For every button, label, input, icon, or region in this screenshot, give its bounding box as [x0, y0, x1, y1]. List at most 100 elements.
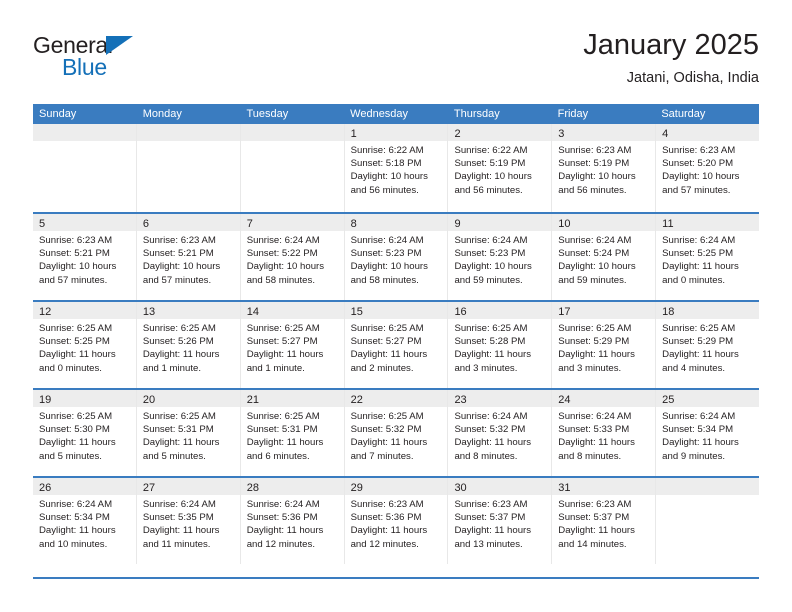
day-number-band	[136, 124, 240, 141]
day-cell[interactable]: 7 Sunrise: 6:24 AM Sunset: 5:22 PM Daylight…	[240, 214, 345, 300]
weekday-header-thursday: Thursday	[453, 108, 500, 120]
daylight-text: Daylight: 11 hours	[142, 349, 220, 361]
day-cell[interactable]: 28 Sunrise: 6:24 AM Sunset: 5:36 PM Dayligh…	[240, 478, 345, 564]
page-title: January 2025	[583, 29, 759, 61]
day-cell[interactable]: 29 Sunrise: 6:23 AM Sunset: 5:36 PM Dayligh…	[344, 478, 449, 564]
day-number-band: 31	[552, 478, 656, 495]
daylight-text: Daylight: 10 hours	[350, 261, 428, 273]
day-cell[interactable]: 24 Sunrise: 6:24 AM Sunset: 5:33 PM Dayligh…	[552, 390, 657, 476]
day-cell[interactable]: 31 Sunrise: 6:23 AM Sunset: 5:37 PM Dayligh…	[552, 478, 657, 564]
daylight-text: Daylight: 11 hours	[246, 349, 324, 361]
day-cell[interactable]: 12 Sunrise: 6:25 AM Sunset: 5:25 PM Dayligh…	[33, 302, 137, 388]
weekday-header-saturday: Saturday	[661, 108, 706, 120]
day-number-band: 7	[240, 214, 344, 231]
sunset-text: Sunset: 5:24 PM	[558, 248, 630, 260]
day-details: Sunrise: 6:22 AM Sunset: 5:18 PM Daylight:…	[345, 141, 448, 197]
day-cell[interactable]: 27 Sunrise: 6:24 AM Sunset: 5:35 PM Dayligh…	[136, 478, 241, 564]
day-details	[137, 141, 240, 144]
sunset-text: Sunset: 5:30 PM	[39, 424, 110, 436]
sunrise-text: Sunrise: 6:24 AM	[662, 235, 736, 246]
day-number: 23	[454, 394, 467, 406]
general-blue-logo[interactable]: General Blue	[33, 32, 233, 88]
sunrise-text: Sunrise: 6:24 AM	[558, 411, 632, 422]
daylight-text: Daylight: 10 hours	[558, 171, 636, 183]
day-cell[interactable]: 26 Sunrise: 6:24 AM Sunset: 5:34 PM Dayligh…	[33, 478, 137, 564]
sunset-text: Sunset: 5:19 PM	[454, 158, 526, 170]
day-cell[interactable]: 16 Sunrise: 6:25 AM Sunset: 5:28 PM Dayligh…	[448, 302, 553, 388]
sunset-text: Sunset: 5:37 PM	[454, 512, 526, 524]
day-number-band: 9	[448, 214, 552, 231]
day-number-band: 1	[344, 124, 448, 141]
sunset-text: Sunset: 5:23 PM	[350, 248, 422, 260]
daylight-text: and 57 minutes.	[142, 274, 212, 286]
day-cell[interactable]: 14 Sunrise: 6:25 AM Sunset: 5:27 PM Dayligh…	[240, 302, 345, 388]
sunrise-text: Sunrise: 6:23 AM	[454, 499, 528, 510]
day-cell[interactable]: 8 Sunrise: 6:24 AM Sunset: 5:23 PM Daylight…	[344, 214, 449, 300]
daylight-text: and 56 minutes.	[350, 184, 419, 196]
day-cell[interactable]: 30 Sunrise: 6:23 AM Sunset: 5:37 PM Dayligh…	[448, 478, 553, 564]
daylight-text: Daylight: 11 hours	[39, 349, 116, 361]
day-number: 15	[350, 306, 363, 318]
day-cell[interactable]: 18 Sunrise: 6:25 AM Sunset: 5:29 PM Dayligh…	[656, 302, 760, 388]
daylight-text: and 59 minutes.	[558, 274, 627, 286]
day-cell-empty	[656, 478, 760, 564]
sunset-text: Sunset: 5:34 PM	[662, 424, 734, 436]
day-number: 13	[142, 306, 156, 318]
day-details	[241, 141, 344, 144]
day-cell[interactable]: 25 Sunrise: 6:24 AM Sunset: 5:34 PM Dayligh…	[656, 390, 760, 476]
day-cell[interactable]: 13 Sunrise: 6:25 AM Sunset: 5:26 PM Dayligh…	[136, 302, 241, 388]
bottom-divider	[33, 577, 759, 579]
calendar-week-row: 12 Sunrise: 6:25 AM Sunset: 5:25 PM Dayligh…	[33, 300, 760, 388]
day-cell[interactable]: 20 Sunrise: 6:25 AM Sunset: 5:31 PM Dayligh…	[136, 390, 241, 476]
day-details: Sunrise: 6:25 AM Sunset: 5:30 PM Daylight:…	[33, 407, 136, 463]
day-number: 26	[39, 482, 52, 494]
day-cell[interactable]: 9 Sunrise: 6:24 AM Sunset: 5:23 PM Daylight…	[448, 214, 553, 300]
daylight-text: Daylight: 10 hours	[454, 171, 532, 183]
day-number: 19	[39, 394, 52, 406]
sunrise-text: Sunrise: 6:22 AM	[350, 145, 424, 156]
day-cell[interactable]: 3 Sunrise: 6:23 AM Sunset: 5:19 PM Daylight…	[552, 124, 657, 212]
day-cell[interactable]: 23 Sunrise: 6:24 AM Sunset: 5:32 PM Dayligh…	[448, 390, 553, 476]
day-number-band: 16	[448, 302, 552, 319]
day-details: Sunrise: 6:25 AM Sunset: 5:29 PM Daylight:…	[552, 319, 655, 375]
sunrise-text: Sunrise: 6:25 AM	[246, 323, 320, 334]
day-number-band: 13	[136, 302, 240, 319]
day-cell[interactable]: 21 Sunrise: 6:25 AM Sunset: 5:31 PM Dayligh…	[240, 390, 345, 476]
day-cell[interactable]: 10 Sunrise: 6:24 AM Sunset: 5:24 PM Dayligh…	[552, 214, 657, 300]
daylight-text: Daylight: 11 hours	[558, 525, 635, 537]
day-cell[interactable]: 4 Sunrise: 6:23 AM Sunset: 5:20 PM Daylight…	[656, 124, 760, 212]
day-cell[interactable]: 5 Sunrise: 6:23 AM Sunset: 5:21 PM Daylight…	[33, 214, 137, 300]
day-details: Sunrise: 6:24 AM Sunset: 5:25 PM Daylight:…	[656, 231, 759, 287]
day-cell[interactable]: 2 Sunrise: 6:22 AM Sunset: 5:19 PM Daylight…	[448, 124, 553, 212]
sunrise-text: Sunrise: 6:23 AM	[662, 145, 736, 156]
weekday-header-row: Sunday Monday Tuesday Wednesday Thursday Frid…	[33, 104, 759, 124]
daylight-text: and 5 minutes.	[39, 450, 102, 462]
sunrise-text: Sunrise: 6:25 AM	[142, 411, 216, 422]
day-number-band: 22	[344, 390, 448, 407]
day-details: Sunrise: 6:25 AM Sunset: 5:26 PM Daylight:…	[137, 319, 240, 375]
day-cell[interactable]: 11 Sunrise: 6:24 AM Sunset: 5:25 PM Dayligh…	[656, 214, 760, 300]
day-cell[interactable]: 17 Sunrise: 6:25 AM Sunset: 5:29 PM Dayligh…	[552, 302, 657, 388]
sunrise-text: Sunrise: 6:22 AM	[454, 145, 528, 156]
day-details: Sunrise: 6:24 AM Sunset: 5:33 PM Daylight:…	[552, 407, 655, 463]
weekday-header-tuesday: Tuesday	[246, 108, 289, 120]
daylight-text: Daylight: 10 hours	[454, 261, 532, 273]
daylight-text: Daylight: 11 hours	[454, 437, 532, 449]
day-details: Sunrise: 6:23 AM Sunset: 5:36 PM Daylight:…	[345, 495, 448, 551]
day-number: 7	[246, 218, 253, 230]
day-cell[interactable]: 6 Sunrise: 6:23 AM Sunset: 5:21 PM Daylight…	[136, 214, 241, 300]
day-number: 2	[454, 128, 461, 140]
day-cell[interactable]: 1 Sunrise: 6:22 AM Sunset: 5:18 PM Daylight…	[344, 124, 449, 212]
sunrise-text: Sunrise: 6:25 AM	[350, 411, 424, 422]
day-cell[interactable]: 19 Sunrise: 6:25 AM Sunset: 5:30 PM Dayligh…	[33, 390, 137, 476]
daylight-text: and 8 minutes.	[558, 450, 622, 462]
day-number: 9	[454, 218, 461, 230]
sunset-text: Sunset: 5:20 PM	[662, 158, 734, 170]
daylight-text: and 4 minutes.	[662, 362, 726, 374]
day-cell[interactable]: 22 Sunrise: 6:25 AM Sunset: 5:32 PM Dayligh…	[344, 390, 449, 476]
daylight-text: Daylight: 11 hours	[39, 437, 116, 449]
day-cell[interactable]: 15 Sunrise: 6:25 AM Sunset: 5:27 PM Dayligh…	[344, 302, 449, 388]
sunset-text: Sunset: 5:34 PM	[39, 512, 110, 524]
day-number-band	[33, 124, 136, 141]
sunset-text: Sunset: 5:32 PM	[350, 424, 422, 436]
